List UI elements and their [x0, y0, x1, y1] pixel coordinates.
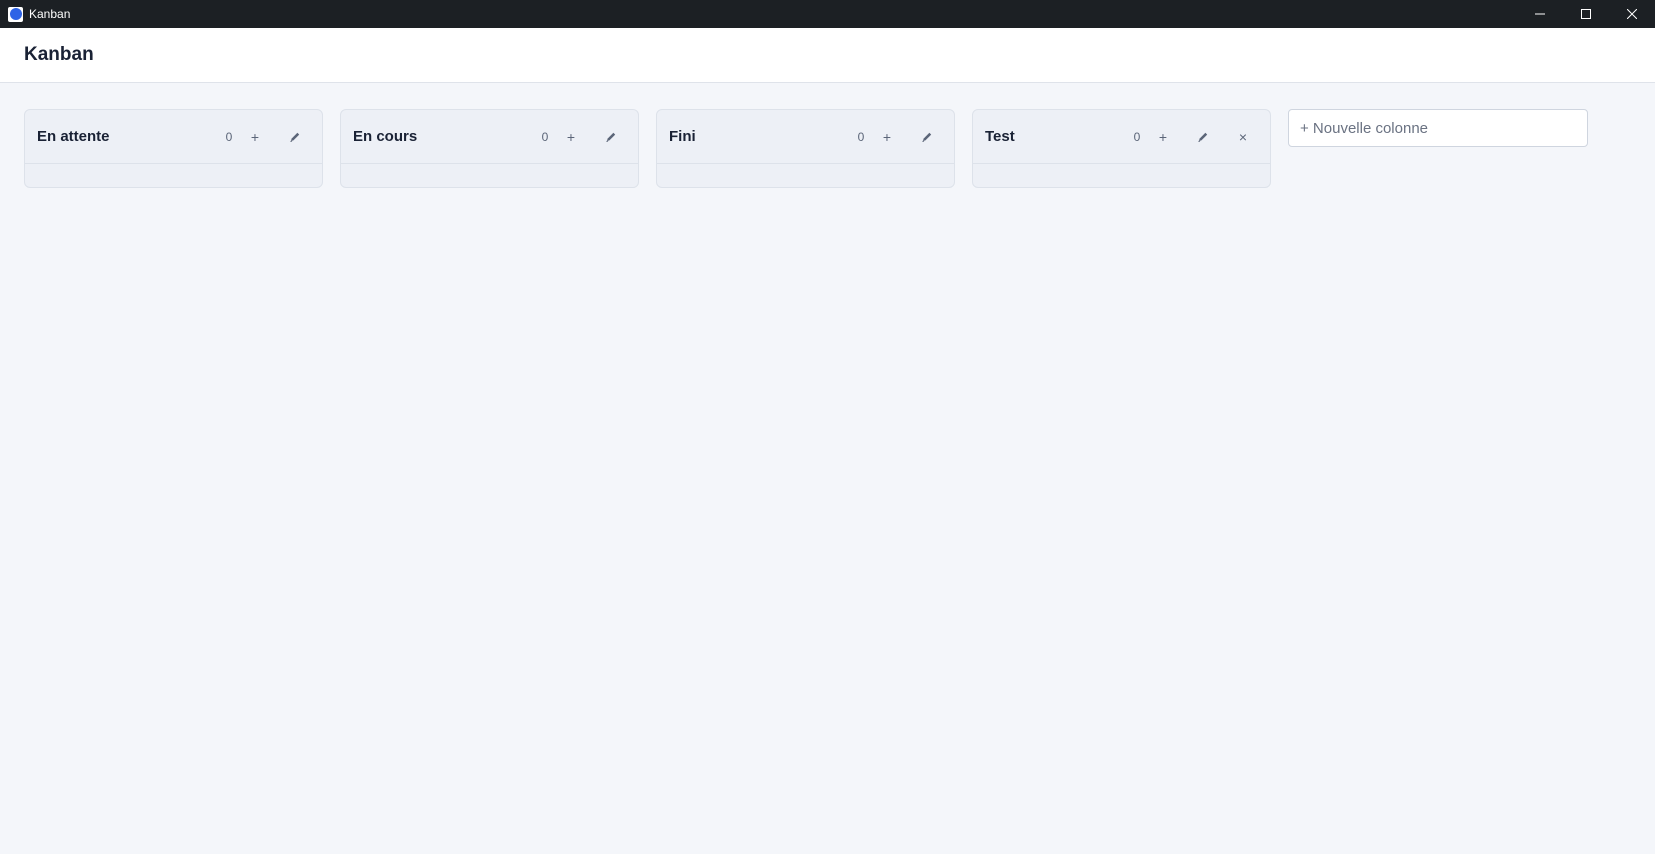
close-window-button[interactable]: [1609, 0, 1655, 28]
edit-column-button[interactable]: [1190, 124, 1216, 150]
delete-column-button[interactable]: ×: [1230, 124, 1256, 150]
column-card-list: [341, 164, 638, 187]
column-fini: Fini 0 +: [656, 109, 955, 188]
column-title: En attente: [37, 128, 110, 145]
column-actions: 0 +: [222, 110, 322, 164]
window-title: Kanban: [29, 7, 71, 21]
edit-column-button[interactable]: [914, 124, 940, 150]
column-en-attente: En attente 0 +: [24, 109, 323, 188]
add-card-button[interactable]: +: [242, 124, 268, 150]
column-header: Fini 0 +: [657, 110, 954, 164]
card-count: 0: [225, 130, 233, 144]
close-icon: [1627, 9, 1637, 19]
column-card-list: [973, 164, 1270, 187]
pencil-icon: [606, 132, 616, 142]
minimize-icon: [1535, 13, 1545, 15]
column-card-list: [657, 164, 954, 187]
new-column-input[interactable]: [1288, 109, 1588, 147]
window-controls: [1517, 0, 1655, 28]
window-titlebar: Kanban: [0, 0, 1655, 28]
edit-column-button[interactable]: [282, 124, 308, 150]
column-card-list: [25, 164, 322, 187]
app-icon: [8, 6, 23, 22]
pencil-icon: [922, 132, 932, 142]
maximize-icon: [1581, 9, 1591, 19]
column-en-cours: En cours 0 +: [340, 109, 639, 188]
card-count: 0: [541, 130, 549, 144]
app-header: Kanban: [0, 28, 1655, 83]
card-count: 0: [857, 130, 865, 144]
add-card-button[interactable]: +: [874, 124, 900, 150]
add-card-button[interactable]: +: [558, 124, 584, 150]
add-card-button[interactable]: +: [1150, 124, 1176, 150]
kanban-board: En attente 0 + En cours 0 + Fini 0 + Tes…: [24, 109, 1588, 188]
column-title: En cours: [353, 128, 418, 145]
maximize-button[interactable]: [1563, 0, 1609, 28]
column-header: En attente 0 +: [25, 110, 322, 164]
column-header: Test 0 + ×: [973, 110, 1270, 164]
column-header: En cours 0 +: [341, 110, 638, 164]
column-actions: 0 +: [854, 110, 954, 164]
column-actions: 0 +: [538, 110, 638, 164]
pencil-icon: [1198, 132, 1208, 142]
page-title: Kanban: [24, 44, 94, 65]
pencil-icon: [290, 132, 300, 142]
column-title: Test: [985, 128, 1015, 145]
column-title: Fini: [669, 128, 696, 145]
edit-column-button[interactable]: [598, 124, 624, 150]
column-actions: 0 + ×: [1130, 110, 1270, 164]
minimize-button[interactable]: [1517, 0, 1563, 28]
column-test: Test 0 + ×: [972, 109, 1271, 188]
card-count: 0: [1133, 130, 1141, 144]
